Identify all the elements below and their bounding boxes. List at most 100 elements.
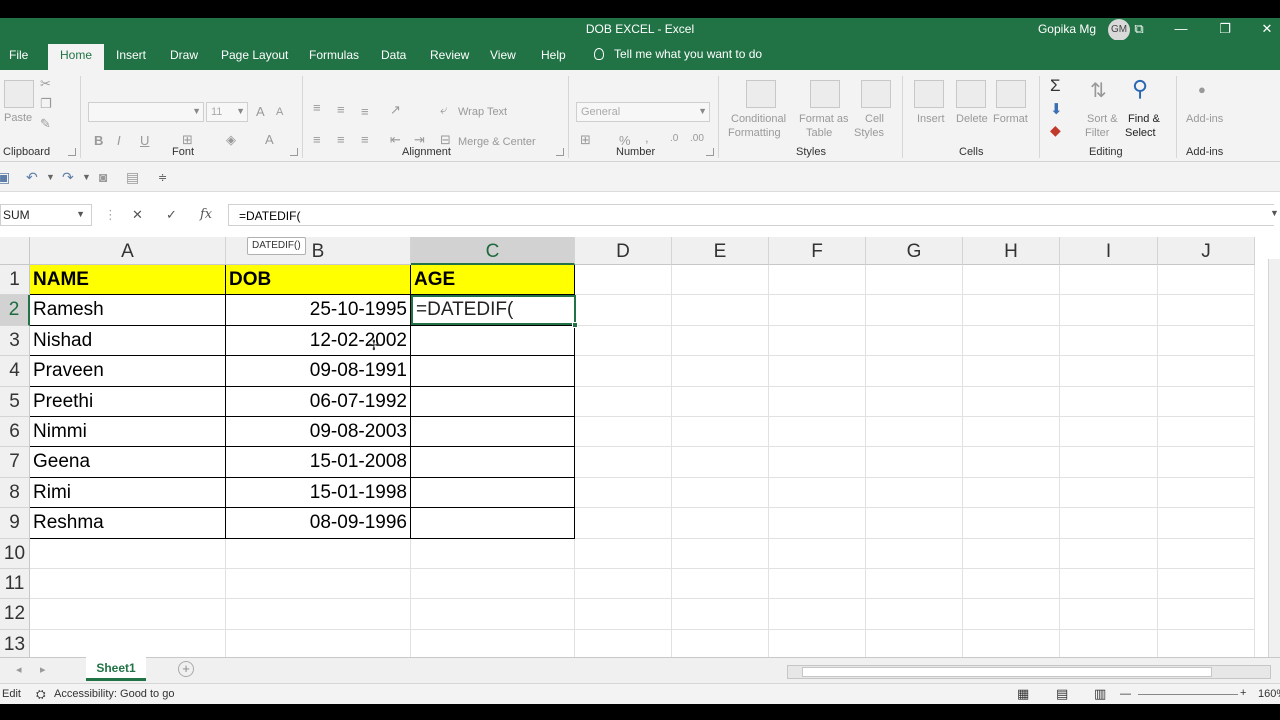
cell[interactable]: [411, 477, 575, 509]
cell[interactable]: [672, 417, 769, 448]
cell[interactable]: [769, 447, 866, 478]
cell[interactable]: [1158, 386, 1255, 417]
name-box[interactable]: SUM ▼: [0, 204, 92, 226]
cell[interactable]: [963, 447, 1060, 478]
format-cells-icon[interactable]: [996, 80, 1026, 108]
cell[interactable]: [672, 447, 769, 478]
dob-cell[interactable]: 15-01-2008: [226, 447, 411, 478]
tell-me-search[interactable]: Tell me what you want to do: [594, 47, 762, 61]
tab-review[interactable]: Review: [430, 48, 469, 62]
cell[interactable]: [1060, 386, 1158, 417]
cell[interactable]: [1158, 325, 1255, 357]
cell[interactable]: [963, 599, 1060, 630]
cell[interactable]: [866, 417, 963, 448]
cell[interactable]: [672, 325, 769, 357]
search-icon[interactable]: ⚲: [1132, 76, 1148, 102]
cell[interactable]: [769, 599, 866, 630]
row-header-10[interactable]: 10: [0, 538, 30, 569]
cell[interactable]: [672, 629, 769, 657]
cell[interactable]: [1060, 538, 1158, 569]
format-as-table-label-2[interactable]: Table: [806, 127, 832, 139]
decrease-decimal-icon[interactable]: .00: [690, 133, 704, 144]
font-name-dropdown[interactable]: ▼: [88, 102, 204, 122]
cell[interactable]: [1158, 629, 1255, 657]
cell[interactable]: [963, 295, 1060, 326]
cell[interactable]: [866, 569, 963, 600]
zoom-level[interactable]: 160%: [1258, 688, 1280, 700]
delete-cells-button[interactable]: Delete: [956, 113, 988, 125]
cell[interactable]: [963, 629, 1060, 657]
header-cell[interactable]: DOB: [226, 265, 411, 296]
align-left-icon[interactable]: ≡: [313, 132, 321, 147]
accessibility-icon[interactable]: ⛭: [36, 687, 46, 702]
cell[interactable]: [1060, 629, 1158, 657]
cell[interactable]: [866, 538, 963, 569]
alignment-launcher-icon[interactable]: [556, 148, 564, 156]
select-all-corner[interactable]: [0, 237, 30, 265]
cell[interactable]: [226, 629, 411, 657]
addins-button[interactable]: Add-ins: [1186, 113, 1223, 125]
cell[interactable]: [411, 417, 575, 448]
cell[interactable]: [963, 477, 1060, 509]
cell[interactable]: [1158, 477, 1255, 509]
fill-icon[interactable]: ⬇: [1050, 100, 1063, 118]
find-select-label-2[interactable]: Select: [1125, 127, 1156, 139]
clear-icon[interactable]: ◆: [1050, 122, 1061, 139]
column-header-j[interactable]: J: [1158, 237, 1255, 265]
cell[interactable]: [769, 569, 866, 600]
cell[interactable]: [1158, 295, 1255, 326]
close-button[interactable]: ✕: [1254, 19, 1280, 39]
cell[interactable]: [769, 508, 866, 539]
cell[interactable]: [1060, 325, 1158, 357]
add-sheet-button[interactable]: +: [178, 661, 194, 677]
dob-cell[interactable]: 09-08-1991: [226, 356, 411, 387]
cell[interactable]: [1158, 265, 1255, 296]
cell[interactable]: [1060, 295, 1158, 326]
cell[interactable]: [769, 356, 866, 387]
cell[interactable]: [963, 325, 1060, 357]
dob-cell[interactable]: 08-09-1996: [226, 508, 411, 539]
cell-styles-label-2[interactable]: Styles: [854, 127, 884, 139]
cell[interactable]: [411, 508, 575, 539]
header-cell[interactable]: AGE: [411, 265, 575, 296]
cell[interactable]: [1060, 508, 1158, 539]
cell[interactable]: [1060, 417, 1158, 448]
cell[interactable]: [1060, 447, 1158, 478]
name-cell[interactable]: Preethi: [30, 386, 226, 417]
cell[interactable]: [411, 356, 575, 387]
increase-decimal-icon[interactable]: .0: [670, 133, 678, 144]
cell[interactable]: [575, 295, 672, 326]
align-bottom-icon[interactable]: ≡: [361, 104, 369, 119]
decrease-indent-icon[interactable]: ⇤: [390, 132, 401, 148]
form-icon[interactable]: ▤: [126, 169, 139, 186]
cell[interactable]: [411, 629, 575, 657]
cell[interactable]: [411, 599, 575, 630]
zoom-slider[interactable]: [1138, 694, 1238, 695]
cell[interactable]: [866, 447, 963, 478]
cell[interactable]: [30, 569, 226, 600]
cell[interactable]: [575, 386, 672, 417]
format-as-table-label-1[interactable]: Format as: [799, 113, 849, 125]
column-header-i[interactable]: I: [1060, 237, 1158, 265]
cell[interactable]: [672, 508, 769, 539]
cell[interactable]: [963, 508, 1060, 539]
column-header-g[interactable]: G: [866, 237, 963, 265]
conditional-formatting-label-2[interactable]: Formatting: [728, 127, 781, 139]
cell[interactable]: [866, 265, 963, 296]
column-header-h[interactable]: H: [963, 237, 1060, 265]
zoom-in-button[interactable]: +: [1240, 687, 1246, 699]
redo-icon[interactable]: ↷: [62, 169, 74, 186]
accessibility-status[interactable]: Accessibility: Good to go: [54, 688, 174, 700]
align-center-icon[interactable]: ≡: [337, 132, 345, 147]
cell[interactable]: [866, 356, 963, 387]
cell[interactable]: [769, 295, 866, 326]
italic-button[interactable]: I: [117, 133, 121, 148]
cell[interactable]: [411, 447, 575, 478]
number-launcher-icon[interactable]: [706, 148, 714, 156]
minimize-button[interactable]: —: [1168, 19, 1194, 39]
tab-file[interactable]: File: [9, 48, 28, 62]
name-cell[interactable]: Praveen: [30, 356, 226, 387]
wrap-text-button[interactable]: Wrap Text: [458, 106, 507, 118]
increase-font-icon[interactable]: A: [256, 104, 265, 119]
underline-button[interactable]: U: [140, 133, 149, 148]
